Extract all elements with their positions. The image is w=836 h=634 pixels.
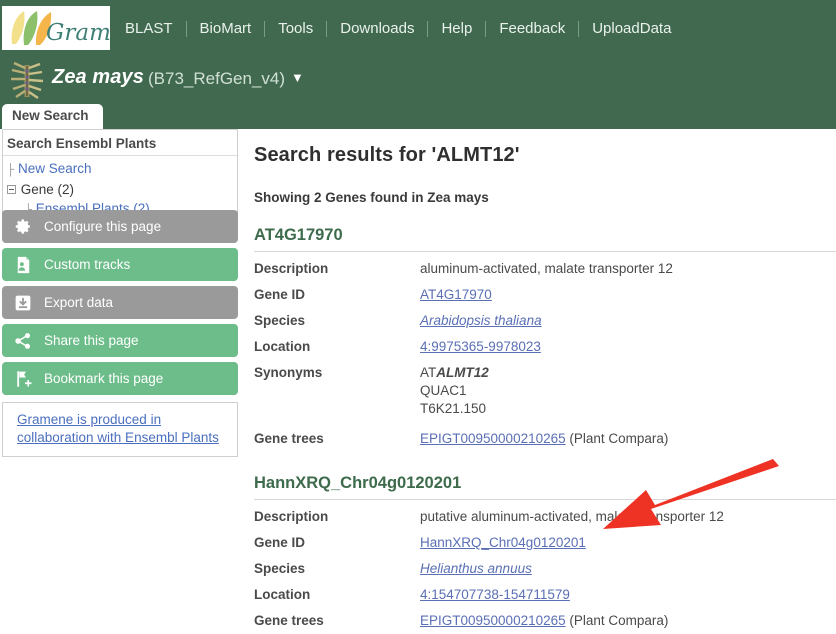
bookmark-plus-icon	[8, 370, 38, 388]
button-label: Export data	[44, 295, 114, 310]
synonym-emphasis: ALMT12	[436, 365, 489, 380]
result-row-gene-id: Gene ID AT4G17970	[254, 286, 836, 304]
configure-this-page-button[interactable]: Configure this page	[2, 210, 238, 243]
export-download-icon	[8, 294, 38, 312]
export-data-button[interactable]: Export data	[2, 286, 238, 319]
search-result-item: AT4G17970 Description aluminum-activated…	[254, 226, 836, 448]
gene-tree-link[interactable]: EPIGT00950000210265	[420, 613, 566, 628]
row-value: Arabidopsis thaliana	[420, 312, 542, 330]
gramene-logo[interactable]: Gramene	[2, 6, 110, 50]
row-value: aluminum-activated, malate transporter 1…	[420, 261, 673, 276]
result-row-description: Description aluminum-activated, malate t…	[254, 260, 836, 278]
nav-item-uploaddata[interactable]: UploadData	[579, 20, 684, 37]
tree-branch-glyph: ├	[7, 163, 15, 177]
synonym-line: ATALMT12	[420, 364, 489, 382]
result-row-gene-trees: Gene trees EPIGT00950000210265 (Plant Co…	[254, 430, 836, 448]
row-label: Location	[254, 587, 311, 602]
chevron-down-icon[interactable]: ▼	[291, 70, 304, 85]
page-title: Search results for 'ALMT12'	[254, 144, 520, 166]
gene-id-link[interactable]: AT4G17970	[420, 287, 492, 302]
row-label: Species	[254, 561, 306, 576]
row-value: ATALMT12 QUAC1 T6K21.150	[420, 364, 489, 418]
button-label: Custom tracks	[44, 257, 131, 272]
row-label: Description	[254, 509, 329, 524]
custom-tracks-icon	[8, 256, 38, 274]
species-link[interactable]: Helianthus annuus	[420, 561, 532, 576]
row-value: 4:9975365-9978023	[420, 338, 541, 356]
result-row-gene-id: Gene ID HannXRQ_Chr04g0120201	[254, 534, 836, 552]
result-row-species: Species Helianthus annuus	[254, 560, 836, 578]
species-link[interactable]: Arabidopsis thaliana	[420, 313, 542, 328]
result-gene-heading: AT4G17970	[254, 226, 836, 252]
tree-item-new-search[interactable]: ├ New Search	[3, 159, 237, 180]
gene-tree-source: (Plant Compara)	[565, 431, 669, 446]
maize-plant-icon	[8, 61, 46, 101]
top-header-bar: Gramene BLAST BioMart Tools Downloads He…	[0, 0, 836, 57]
nav-item-tools[interactable]: Tools	[265, 20, 328, 37]
button-label: Configure this page	[44, 219, 162, 234]
svg-text:Gramene: Gramene	[46, 20, 110, 46]
gene-tree-link[interactable]: EPIGT00950000210265	[420, 431, 566, 446]
location-link[interactable]: 4:154707738-154711579	[420, 587, 570, 602]
nav-item-biomart[interactable]: BioMart	[187, 20, 266, 37]
row-value: EPIGT00950000210265 (Plant Compara)	[420, 430, 668, 448]
result-row-location: Location 4:154707738-154711579	[254, 586, 836, 604]
main-content: Search results for 'ALMT12' Showing 2 Ge…	[254, 129, 836, 629]
synonym-line: QUAC1	[420, 383, 467, 398]
tree-item-gene[interactable]: Gene (2)	[3, 180, 237, 199]
result-gene-heading: HannXRQ_Chr04g0120201	[254, 474, 836, 500]
nav-item-feedback[interactable]: Feedback	[486, 20, 580, 37]
synonym-prefix: AT	[420, 365, 437, 380]
left-sidebar: Search Ensembl Plants ├ New Search Gene …	[0, 129, 240, 629]
button-label: Bookmark this page	[44, 371, 164, 386]
result-row-description: Description putative aluminum-activated,…	[254, 508, 836, 526]
row-value: HannXRQ_Chr04g0120201	[420, 534, 586, 552]
panel-title: Search Ensembl Plants	[3, 134, 237, 156]
gene-id-link[interactable]: HannXRQ_Chr04g0120201	[420, 535, 586, 550]
tree-item-label: Gene (2)	[20, 182, 75, 197]
location-link[interactable]: 4:9975365-9978023	[420, 339, 541, 354]
tab-strip: New Search	[0, 104, 836, 129]
share-this-page-button[interactable]: Share this page	[2, 324, 238, 357]
collaboration-note: Gramene is produced in collaboration wit…	[2, 402, 238, 457]
results-count-text: Showing 2 Genes found in Zea mays	[254, 190, 489, 205]
row-value: 4:154707738-154711579	[420, 586, 570, 604]
species-bar: Zea mays (B73_RefGen_v4) ▼	[0, 57, 836, 104]
row-label: Gene ID	[254, 535, 306, 550]
result-row-gene-trees: Gene trees EPIGT00950000210265 (Plant Co…	[254, 612, 836, 630]
button-label: Share this page	[44, 333, 139, 348]
row-value: AT4G17970	[420, 286, 492, 304]
tab-new-search[interactable]: New Search	[2, 104, 103, 129]
row-value: Helianthus annuus	[420, 560, 532, 578]
tree-collapse-toggle-icon[interactable]	[7, 185, 16, 194]
nav-item-help[interactable]: Help	[428, 20, 487, 37]
row-value: EPIGT00950000210265 (Plant Compara)	[420, 612, 668, 630]
collaboration-link[interactable]: Gramene is produced in collaboration wit…	[17, 412, 219, 445]
row-label: Gene trees	[254, 613, 324, 628]
row-label: Gene trees	[254, 431, 324, 446]
nav-item-downloads[interactable]: Downloads	[327, 20, 429, 37]
species-name: Zea mays	[52, 66, 144, 88]
main-navigation: BLAST BioMart Tools Downloads Help Feedb…	[112, 0, 684, 57]
row-label: Description	[254, 261, 329, 276]
row-label: Gene ID	[254, 287, 306, 302]
row-label: Species	[254, 313, 306, 328]
synonym-line: T6K21.150	[420, 401, 487, 416]
row-label: Location	[254, 339, 311, 354]
result-row-synonyms: Synonyms ATALMT12 QUAC1 T6K21.150	[254, 364, 836, 418]
gene-tree-source: (Plant Compara)	[565, 613, 669, 628]
result-row-species: Species Arabidopsis thaliana	[254, 312, 836, 330]
tree-item-label[interactable]: New Search	[18, 161, 92, 176]
share-icon	[8, 332, 38, 350]
nav-item-blast[interactable]: BLAST	[112, 20, 187, 37]
row-value: putative aluminum-activated, malate tran…	[420, 509, 724, 524]
custom-tracks-button[interactable]: Custom tracks	[2, 248, 238, 281]
result-row-location: Location 4:9975365-9978023	[254, 338, 836, 356]
row-label: Synonyms	[254, 365, 323, 380]
bookmark-this-page-button[interactable]: Bookmark this page	[2, 362, 238, 395]
gear-icon	[8, 218, 38, 235]
search-result-item: HannXRQ_Chr04g0120201 Description putati…	[254, 474, 836, 630]
species-assembly: (B73_RefGen_v4)	[148, 69, 286, 88]
